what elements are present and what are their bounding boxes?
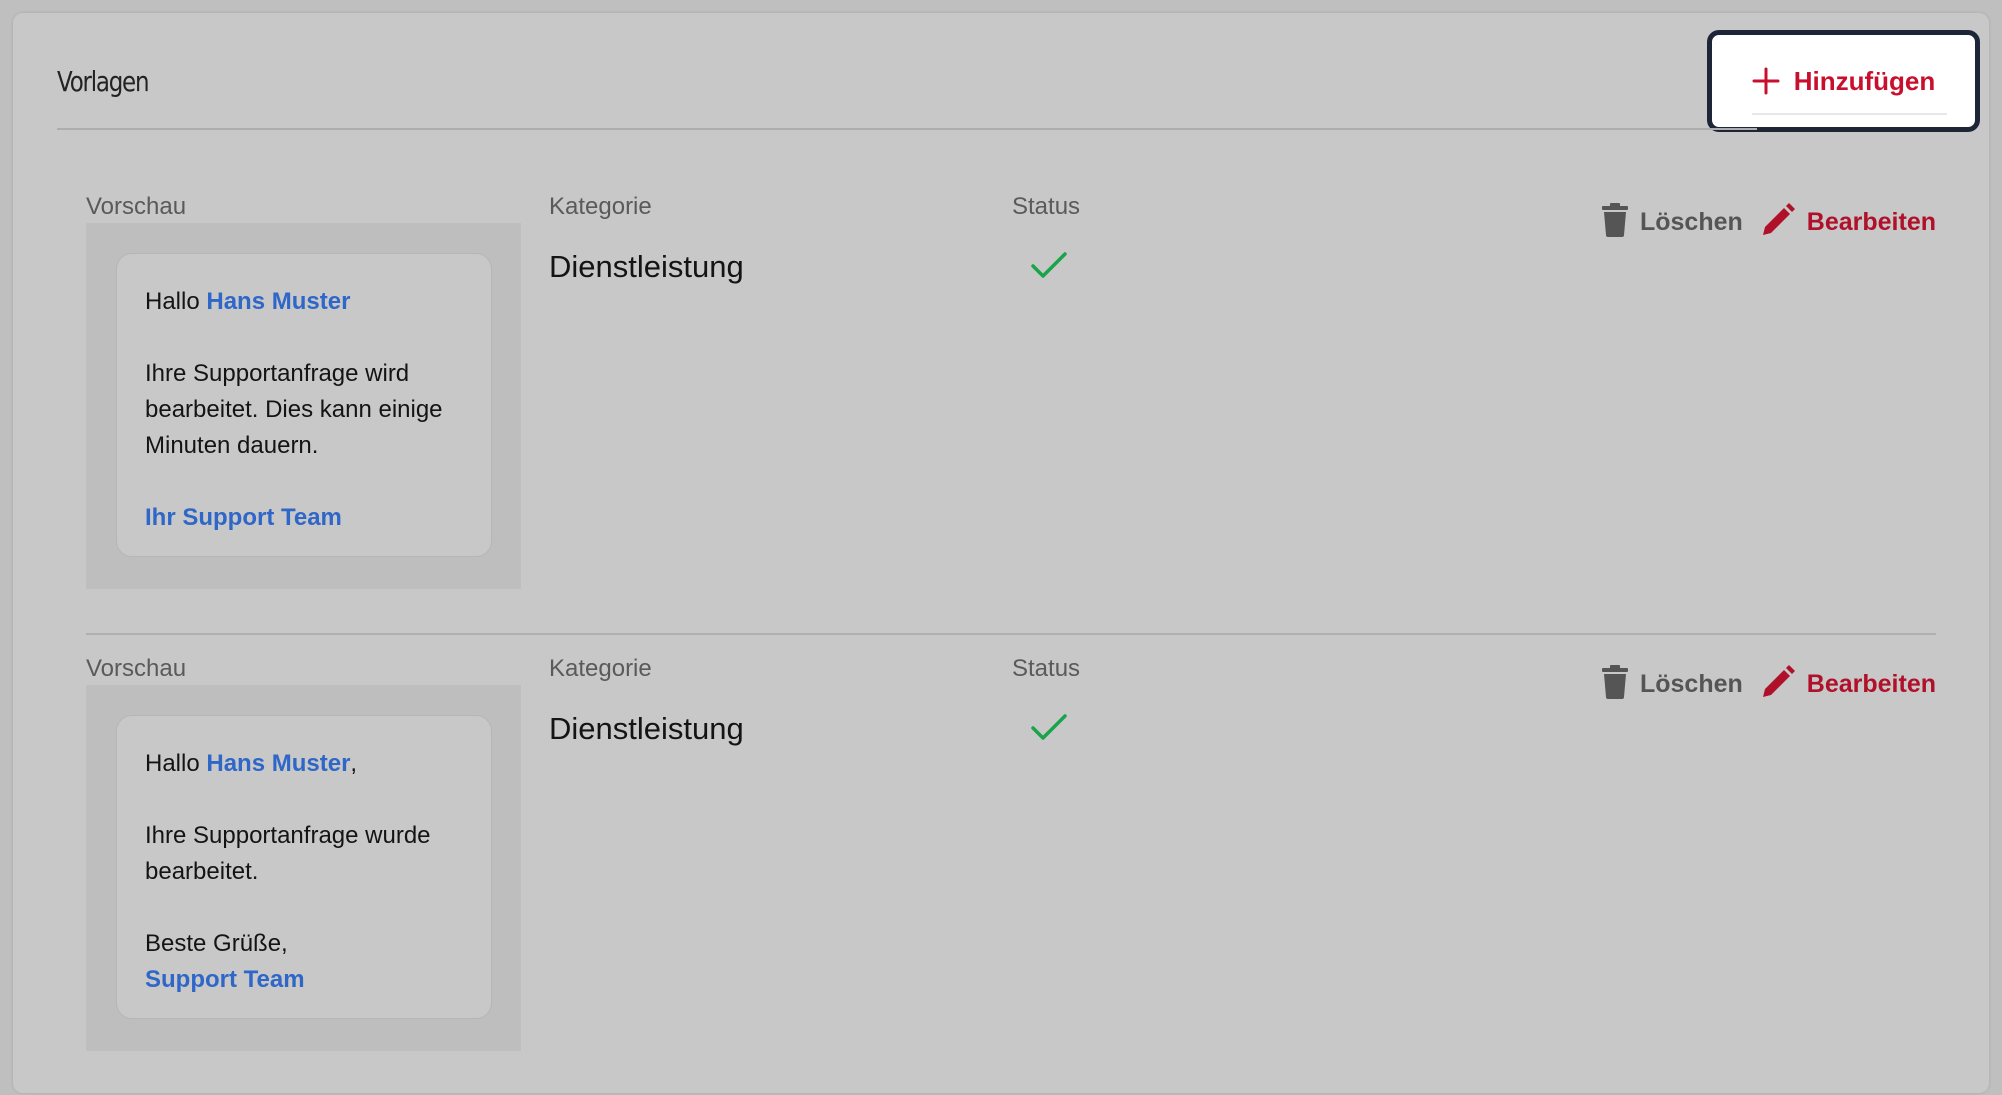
delete-button[interactable]: Löschen (1601, 665, 1743, 704)
category-value: Dienstleistung (549, 711, 744, 746)
recipient-name: Hans Muster (206, 750, 351, 777)
recipient-name: Hans Muster (206, 288, 351, 315)
template-row: Vorschau Kategorie Status Hallo Hans Mus… (86, 655, 1936, 1095)
row-divider (86, 633, 1936, 635)
delete-label: Löschen (1639, 670, 1743, 698)
preview-column-label: Vorschau (86, 193, 187, 220)
plus-icon (1752, 67, 1780, 95)
row-actions: Löschen Bearbeiten (1601, 203, 1936, 242)
check-icon (1030, 251, 1068, 286)
greeting-text: Hallo (145, 288, 200, 315)
page-title: Vorlagen (57, 65, 150, 98)
preview-box: Hallo Hans Muster, Ihre Supportanfrage w… (86, 685, 521, 1051)
greeting-text: Hallo (145, 750, 200, 777)
add-template-button[interactable]: Hinzufügen (1707, 30, 1980, 132)
add-template-label: Hinzufügen (1793, 65, 1936, 96)
check-icon (1030, 713, 1068, 748)
header-divider (57, 128, 1757, 130)
category-column-label: Kategorie (549, 655, 652, 682)
delete-button[interactable]: Löschen (1601, 203, 1743, 242)
preview-box: Hallo Hans Muster Ihre Supportanfrage wi… (86, 223, 521, 589)
trash-icon (1601, 203, 1628, 242)
greeting-suffix: , (350, 750, 358, 777)
status-column-label: Status (1012, 655, 1081, 682)
message-body: Ihre Supportanfrage wurde bearbeitet. (145, 822, 431, 885)
row-actions: Löschen Bearbeiten (1601, 665, 1936, 704)
status-column-label: Status (1012, 193, 1081, 220)
edit-label: Bearbeiten (1806, 670, 1936, 698)
trash-icon (1601, 665, 1628, 704)
category-column-label: Kategorie (549, 193, 652, 220)
message-preview-card: Hallo Hans Muster, Ihre Supportanfrage w… (116, 715, 492, 1019)
template-row: Vorschau Kategorie Status Hallo Hans Mus… (86, 193, 1936, 633)
message-signature: Ihr Support Team (145, 504, 342, 531)
templates-panel: Vorlagen Hinzufügen Vorschau Kategorie S… (13, 13, 1989, 1093)
message-body: Ihre Supportanfrage wird bearbeitet. Die… (145, 360, 443, 459)
greeting-line: Hallo Hans Muster (145, 284, 463, 320)
edit-label: Bearbeiten (1806, 208, 1936, 236)
message-closing: Beste Grüße, (145, 930, 288, 957)
delete-label: Löschen (1639, 208, 1743, 236)
pencil-icon (1761, 203, 1795, 242)
pencil-icon (1761, 665, 1795, 704)
preview-column-label: Vorschau (86, 655, 187, 682)
greeting-line: Hallo Hans Muster, (145, 746, 463, 782)
category-value: Dienstleistung (549, 249, 744, 284)
edit-button[interactable]: Bearbeiten (1761, 203, 1936, 242)
edit-button[interactable]: Bearbeiten (1761, 665, 1936, 704)
message-signature: Support Team (145, 966, 305, 993)
message-preview-card: Hallo Hans Muster Ihre Supportanfrage wi… (116, 253, 492, 557)
